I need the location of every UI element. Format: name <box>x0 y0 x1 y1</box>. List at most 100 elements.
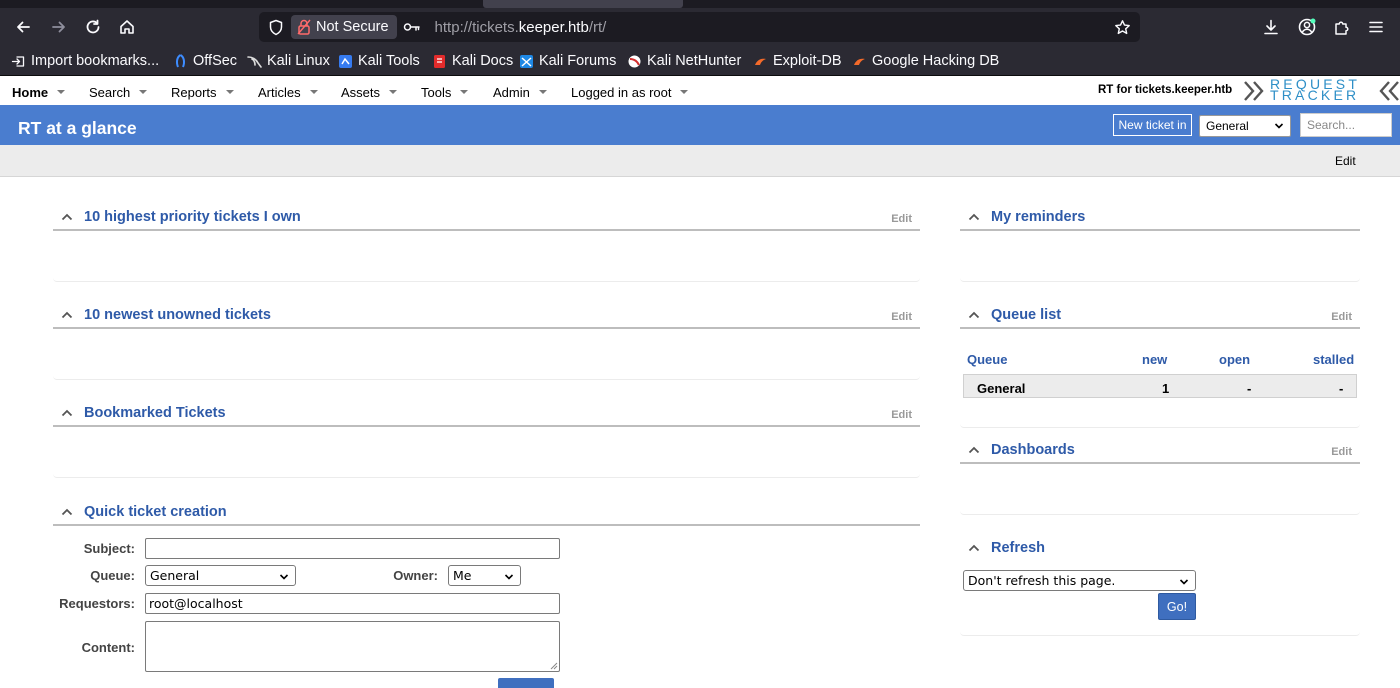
url-text[interactable]: http://tickets.keeper.htb/rt/ <box>435 19 607 36</box>
home-icon <box>120 20 134 34</box>
bookmark-exploit-db[interactable]: Exploit-DB <box>753 51 842 71</box>
menu-logged-in[interactable]: Logged in as root <box>571 83 689 101</box>
content-textarea[interactable] <box>145 621 560 672</box>
refresh-go-button[interactable]: Go! <box>1158 593 1196 620</box>
stalled-column-header[interactable]: stalled <box>1313 352 1354 367</box>
downloads-button[interactable] <box>1257 13 1285 41</box>
app-menu-button[interactable] <box>1362 13 1390 41</box>
bookmark-kali-tools[interactable]: Kali Tools <box>338 51 420 71</box>
collapse-chevron-icon[interactable] <box>61 507 73 517</box>
collapse-chevron-icon[interactable] <box>61 212 73 222</box>
bookmark-import[interactable]: Import bookmarks... <box>11 51 159 71</box>
box-edit-link[interactable]: Edit <box>891 311 912 323</box>
box-body <box>53 427 920 478</box>
queue-column-header[interactable]: Queue <box>967 352 1007 367</box>
queue-select-value: General <box>1206 119 1249 133</box>
back-button[interactable] <box>9 13 37 41</box>
open-column-header[interactable]: open <box>1219 352 1250 367</box>
rt-chevrons-left-icon <box>1244 81 1264 101</box>
box-title[interactable]: Quick ticket creation <box>84 504 227 520</box>
new-ticket-queue-select[interactable]: General <box>1199 115 1291 137</box>
box-title[interactable]: Queue list <box>991 307 1061 323</box>
menu-search[interactable]: Search <box>89 83 148 101</box>
tracking-protection-button[interactable] <box>261 12 291 42</box>
box-title[interactable]: 10 highest priority tickets I own <box>84 209 301 225</box>
collapse-chevron-icon[interactable] <box>968 212 980 222</box>
puzzle-icon <box>1335 21 1349 35</box>
box-header: 10 highest priority tickets I own Edit <box>53 207 920 231</box>
bookmark-google-hacking-db[interactable]: Google Hacking DB <box>852 51 999 71</box>
box-title[interactable]: Dashboards <box>991 442 1075 458</box>
box-title[interactable]: 10 newest unowned tickets <box>84 307 271 323</box>
create-ticket-button[interactable] <box>498 678 554 688</box>
chevron-down-icon <box>1179 579 1189 585</box>
box-edit-link[interactable]: Edit <box>1331 311 1352 323</box>
page-edit-link[interactable]: Edit <box>1335 154 1356 168</box>
request-tracker-logo[interactable]: REQUEST TRACKER <box>1243 77 1400 105</box>
bookmark-label: Kali Docs <box>452 53 514 69</box>
collapse-chevron-icon[interactable] <box>968 310 980 320</box>
collapse-chevron-icon[interactable] <box>61 408 73 418</box>
bookmark-kali-docs[interactable]: Kali Docs <box>432 51 513 71</box>
new-column-header[interactable]: new <box>1142 352 1167 367</box>
queue-name-cell[interactable]: General <box>977 381 1025 396</box>
menu-admin[interactable]: Admin <box>493 83 547 101</box>
account-button[interactable] <box>1293 13 1321 41</box>
box-header: Dashboards Edit <box>960 440 1360 464</box>
bookmark-label: Import bookmarks... <box>31 53 160 69</box>
refresh-interval-select[interactable]: Don't refresh this page. <box>963 570 1196 591</box>
bookmark-label: Kali NetHunter <box>647 53 742 69</box>
owner-label: Owner: <box>393 568 438 583</box>
requestors-input[interactable]: root@localhost <box>145 593 560 614</box>
menu-tools[interactable]: Tools <box>421 83 469 101</box>
search-input[interactable]: Search... <box>1300 113 1392 137</box>
subject-input[interactable] <box>145 538 560 559</box>
star-icon <box>1114 19 1130 34</box>
home-button[interactable] <box>113 13 141 41</box>
collapse-chevron-icon[interactable] <box>968 543 980 553</box>
bookmark-kali-linux[interactable]: Kali Linux <box>247 51 330 71</box>
url-bar[interactable]: Not Secure http://tickets.keeper.htb/rt/ <box>259 12 1140 42</box>
box-header: My reminders <box>960 207 1360 231</box>
collapse-chevron-icon[interactable] <box>61 310 73 320</box>
resize-grip-icon[interactable] <box>549 661 558 670</box>
bookmark-offsec[interactable]: OffSec <box>173 51 237 71</box>
rt-instance-label: RT for tickets.keeper.htb <box>1098 84 1233 96</box>
box-newest-unowned: 10 newest unowned tickets Edit <box>53 305 920 380</box>
queue-new-cell[interactable]: 1 <box>1162 381 1169 396</box>
bookmark-star-button[interactable] <box>1110 15 1134 39</box>
reload-button[interactable] <box>79 13 107 41</box>
menu-home[interactable]: Home <box>12 83 66 101</box>
box-edit-link[interactable]: Edit <box>891 213 912 225</box>
kali-forums-icon <box>519 54 534 69</box>
box-edit-link[interactable]: Edit <box>891 409 912 421</box>
queue-open-cell[interactable]: - <box>1247 381 1251 396</box>
kali-tools-icon <box>338 54 353 69</box>
menu-assets[interactable]: Assets <box>341 83 398 101</box>
caret-down-icon <box>57 90 66 94</box>
forward-arrow-icon <box>52 21 65 33</box>
active-tab[interactable] <box>483 0 683 8</box>
box-title[interactable]: Refresh <box>991 540 1045 556</box>
new-ticket-button[interactable]: New ticket in <box>1113 114 1192 136</box>
permissions-button[interactable] <box>401 21 423 33</box>
content-label: Content: <box>81 640 135 655</box>
site-security-indicator[interactable]: Not Secure <box>291 15 397 39</box>
forward-button[interactable] <box>45 13 73 41</box>
bookmark-kali-nethunter[interactable]: Kali NetHunter <box>627 51 741 71</box>
box-title[interactable]: Bookmarked Tickets <box>84 405 226 421</box>
caret-down-icon <box>309 90 318 94</box>
extensions-button[interactable] <box>1328 13 1356 41</box>
menu-reports[interactable]: Reports <box>171 83 234 101</box>
box-title[interactable]: My reminders <box>991 209 1085 225</box>
import-icon <box>11 54 26 69</box>
bookmark-kali-forums[interactable]: Kali Forums <box>519 51 616 71</box>
menu-articles[interactable]: Articles <box>258 83 318 101</box>
queue-select[interactable]: General <box>145 565 296 586</box>
owner-select[interactable]: Me <box>448 565 521 586</box>
box-edit-link[interactable]: Edit <box>1331 446 1352 458</box>
box-header: Bookmarked Tickets Edit <box>53 403 920 427</box>
collapse-chevron-icon[interactable] <box>968 445 980 455</box>
queue-stalled-cell[interactable]: - <box>1339 381 1343 396</box>
key-icon <box>403 23 420 31</box>
